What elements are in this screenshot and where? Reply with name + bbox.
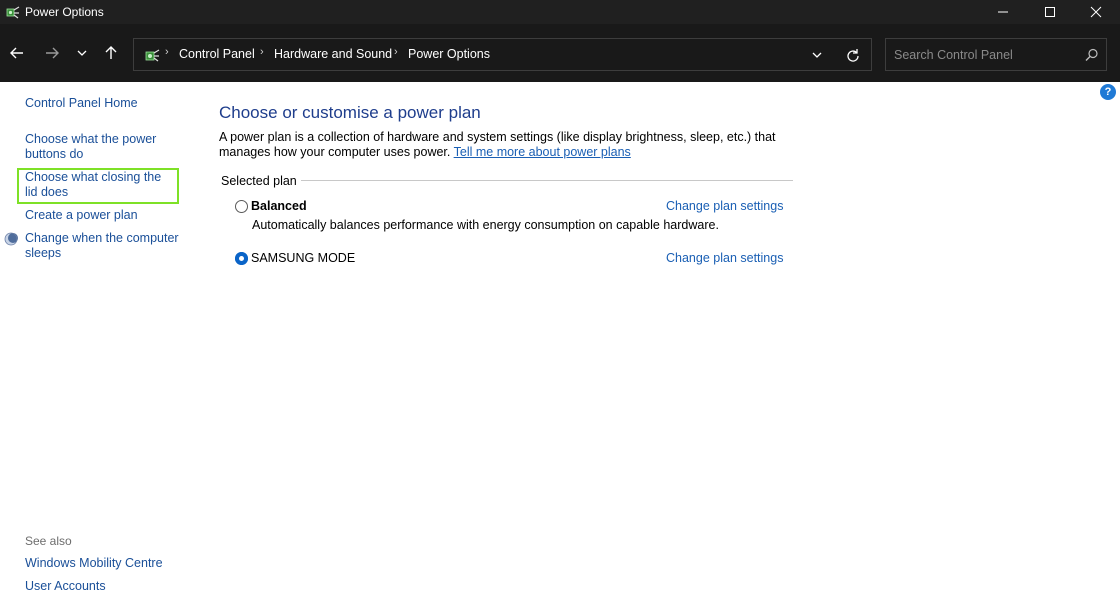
up-button[interactable] [99,40,123,66]
address-dropdown-button[interactable] [809,47,825,63]
user-accounts-link[interactable]: User Accounts [25,579,106,594]
breadcrumb-separator[interactable]: › [394,46,398,58]
forward-button[interactable] [40,40,64,66]
back-arrow-icon [10,47,23,59]
navigation-bar: › Control Panel › Hardware and Sound › P… [0,24,1120,82]
power-buttons-link[interactable]: Choose what the power buttons do [25,132,175,162]
close-button[interactable] [1073,0,1119,24]
group-divider [298,180,793,181]
plan-name-samsung-mode[interactable]: SAMSUNG MODE [251,251,355,265]
breadcrumb-separator[interactable]: › [260,46,264,58]
computer-sleeps-link[interactable]: Change when the computer sleeps [25,231,180,261]
change-plan-settings-balanced-link[interactable]: Change plan settings [666,199,783,213]
learn-more-link[interactable]: Tell me more about power plans [454,145,631,159]
breadcrumb-separator: › [165,46,169,58]
change-plan-settings-samsung-link[interactable]: Change plan settings [666,251,783,265]
selected-plan-label: Selected plan [221,174,301,188]
control-panel-home-link[interactable]: Control Panel Home [25,96,138,111]
forward-arrow-icon [46,47,59,59]
power-options-icon [5,4,21,20]
back-button[interactable] [5,40,29,66]
page-description: A power plan is a collection of hardware… [219,130,819,160]
search-box[interactable] [885,38,1107,71]
plan-name-balanced[interactable]: Balanced [251,199,307,213]
maximize-icon [1045,7,1055,17]
title-bar: Power Options [0,0,1120,24]
up-arrow-icon [105,46,117,59]
control-panel-icon [143,46,161,64]
plan-description-balanced: Automatically balances performance with … [252,218,719,232]
search-input[interactable] [894,46,1074,64]
samsung-mode-radio[interactable] [235,252,248,265]
close-icon [1090,6,1102,18]
breadcrumb-hardware-and-sound[interactable]: Hardware and Sound [274,47,392,61]
see-also-heading: See also [25,534,72,548]
search-icon[interactable] [1084,47,1100,63]
maximize-button[interactable] [1027,0,1073,24]
balanced-radio[interactable] [235,200,248,213]
chevron-down-icon [77,50,87,56]
create-power-plan-link[interactable]: Create a power plan [25,208,138,223]
breadcrumb-control-panel[interactable]: Control Panel [179,47,255,61]
help-icon[interactable]: ? [1100,84,1116,100]
refresh-button[interactable] [843,46,863,66]
windows-mobility-centre-link[interactable]: Windows Mobility Centre [25,556,163,571]
moon-icon [4,232,18,246]
window-title: Power Options [25,5,104,19]
chevron-down-icon [812,52,822,58]
radio-selected-dot [239,256,244,261]
refresh-icon [847,49,859,62]
closing-lid-link[interactable]: Choose what closing the lid does [25,170,175,200]
breadcrumb-power-options[interactable]: Power Options [408,47,490,61]
minimize-button[interactable] [980,0,1026,24]
page-title: Choose or customise a power plan [219,103,481,122]
recent-locations-button[interactable] [70,40,94,66]
minimize-icon [998,11,1008,13]
address-bar[interactable]: › Control Panel › Hardware and Sound › P… [133,38,872,71]
